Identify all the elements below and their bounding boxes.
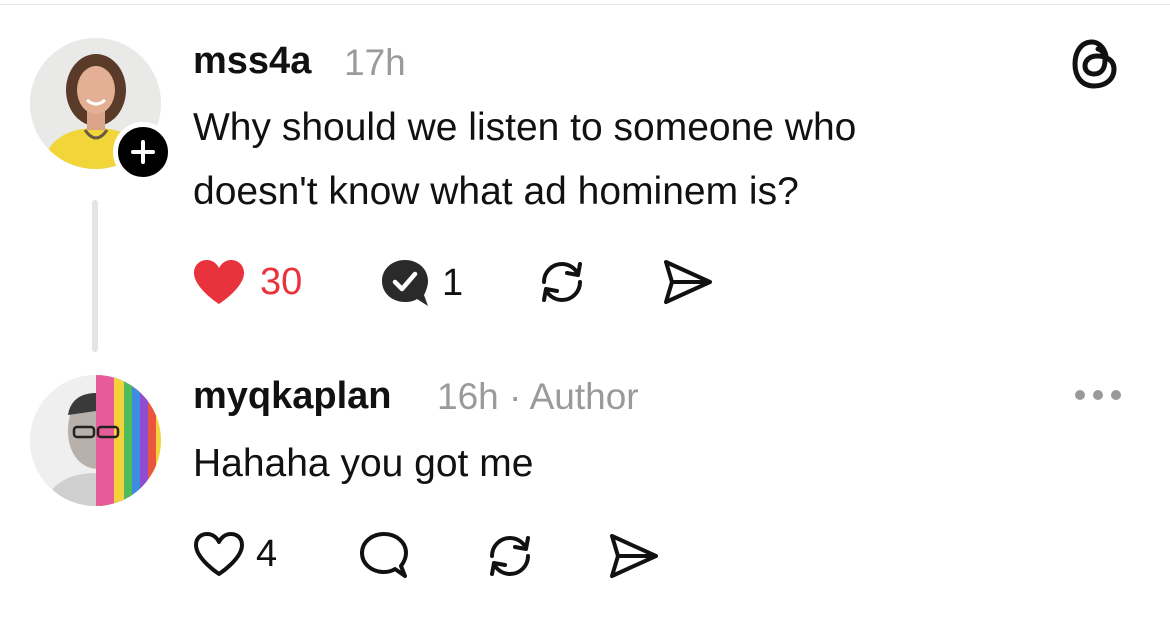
avatar-myqkaplan[interactable] <box>30 375 161 506</box>
post-1-reply-count: 1 <box>442 261 464 304</box>
top-divider <box>0 4 1170 5</box>
psychedelic-portrait-avatar-icon <box>30 375 161 506</box>
post-1-reply-button[interactable]: 1 <box>380 258 463 308</box>
send-icon[interactable] <box>608 532 660 580</box>
thread-line <box>92 200 98 352</box>
heart-outline-icon <box>194 532 244 576</box>
comment-icon <box>382 260 428 306</box>
repost-icon[interactable] <box>536 256 588 308</box>
post-1-text-line-1: Why should we listen to someone who <box>193 106 857 149</box>
repost-icon[interactable] <box>484 530 536 582</box>
send-icon[interactable] <box>662 258 714 306</box>
post-2-like-count: 4 <box>256 532 278 575</box>
post-1-timestamp[interactable]: 17h <box>344 42 406 84</box>
post-2-text: Hahaha you got me <box>193 442 534 485</box>
comment-icon[interactable] <box>358 530 410 580</box>
post-2-like-button[interactable]: 4 <box>192 530 277 578</box>
post-2-timestamp[interactable]: 16h <box>437 376 499 417</box>
post-2-username[interactable]: myqkaplan <box>193 375 392 418</box>
post-1-text-line-2: doesn't know what ad hominem is? <box>193 170 799 213</box>
threads-logo-icon[interactable] <box>1070 36 1120 92</box>
heart-icon <box>194 260 244 304</box>
more-options-icon[interactable] <box>1073 388 1123 402</box>
author-badge: Author <box>529 376 639 417</box>
post-1-like-count: 30 <box>260 260 303 303</box>
post-1-username[interactable]: mss4a <box>193 40 311 83</box>
meta-separator: · <box>509 376 522 417</box>
follow-button[interactable] <box>113 122 173 182</box>
post-1-like-button[interactable]: 30 <box>192 258 302 306</box>
post-2-meta: 16h · Author <box>437 376 639 418</box>
plus-icon <box>131 140 155 164</box>
